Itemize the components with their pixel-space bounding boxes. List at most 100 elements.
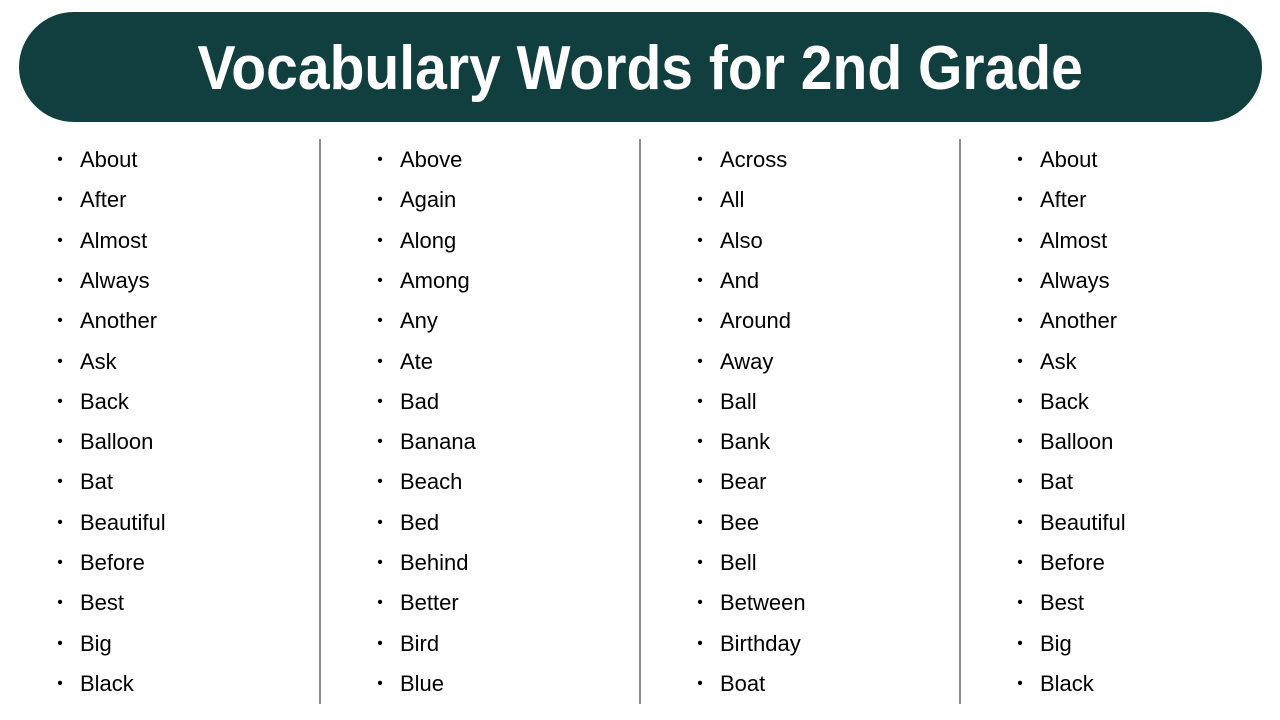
vocabulary-word: Always <box>1040 267 1110 293</box>
vocabulary-word: And <box>720 267 760 293</box>
vocabulary-word: Again <box>400 187 457 213</box>
bullet-icon: • <box>697 352 703 370</box>
vocabulary-word: Bee <box>720 509 760 535</box>
vocabulary-word: Bat <box>80 469 114 495</box>
bullet-icon: • <box>377 271 383 289</box>
title-banner: Vocabulary Words for 2nd Grade <box>19 12 1262 122</box>
bullet-icon: • <box>377 674 383 692</box>
bullet-icon: • <box>1017 594 1023 612</box>
bullet-icon: • <box>1017 513 1023 531</box>
vocabulary-word: Big <box>1040 630 1072 656</box>
vocabulary-word: Ask <box>80 348 117 374</box>
vocabulary-word: Behind <box>400 550 469 575</box>
bullet-icon: • <box>57 433 63 451</box>
bullet-icon: • <box>57 634 63 652</box>
vocabulary-word: Ball <box>720 388 757 414</box>
bullet-icon: • <box>1017 634 1023 652</box>
vocabulary-word: Bell <box>720 550 757 575</box>
vocabulary-word: Best <box>80 590 125 616</box>
vocabulary-word: Bird <box>400 630 440 656</box>
bullet-icon: • <box>697 151 703 168</box>
bullet-icon: • <box>1017 473 1023 491</box>
word-column-4: • About • After • Almost • Always • Another • Ask • B… <box>960 139 1280 704</box>
vocabulary-word: Balloon <box>1040 429 1114 455</box>
vocabulary-word: Bank <box>720 429 771 455</box>
vocabulary-word: Bad <box>400 388 440 414</box>
bullet-icon: • <box>377 151 383 168</box>
page-title: Vocabulary Words for 2nd Grade <box>197 33 1084 103</box>
bullet-icon: • <box>57 312 63 330</box>
vocabulary-word: Boat <box>720 670 766 696</box>
vocabulary-word: Bed <box>400 509 440 535</box>
vocabulary-word: All <box>720 187 745 213</box>
bullet-icon: • <box>377 634 383 652</box>
vocabulary-word: Another <box>1040 308 1118 334</box>
bullet-icon: • <box>377 191 383 209</box>
bullet-icon: • <box>1017 271 1023 289</box>
word-column-2: • Above • Again • Along • Among • Any • Ate • Bad • Ban… <box>320 139 640 704</box>
bullet-icon: • <box>697 513 703 531</box>
bullet-icon: • <box>697 634 703 652</box>
bullet-icon: • <box>377 231 383 249</box>
bullet-icon: • <box>377 352 383 370</box>
vocabulary-word: Better <box>400 590 459 616</box>
vocabulary-word: Almost <box>1040 227 1108 253</box>
vocabulary-word: After <box>1040 187 1087 213</box>
vocabulary-word: Blue <box>400 670 445 696</box>
bullet-icon: • <box>697 674 703 692</box>
bullet-icon: • <box>697 433 703 451</box>
vocabulary-word: Balloon <box>80 429 154 455</box>
bullet-icon: • <box>697 231 703 249</box>
bullet-icon: • <box>1017 433 1023 451</box>
bullet-icon: • <box>57 554 63 571</box>
bullet-icon: • <box>1017 191 1023 209</box>
bullet-icon: • <box>1017 151 1023 168</box>
bullet-icon: • <box>377 594 383 612</box>
vocabulary-word: Beautiful <box>80 509 166 535</box>
vocabulary-word: Around <box>720 308 791 334</box>
vocabulary-word: Black <box>1040 670 1094 696</box>
bullet-icon: • <box>57 473 63 491</box>
vocabulary-word: Big <box>80 630 112 656</box>
bullet-icon: • <box>697 271 703 289</box>
vocabulary-word: Bat <box>1040 469 1074 495</box>
bullet-icon: • <box>377 554 383 571</box>
vocabulary-word: Across <box>720 147 788 172</box>
bullet-icon: • <box>57 271 63 289</box>
vocabulary-word: Birthday <box>720 630 801 656</box>
vocabulary-word: Ate <box>400 348 434 374</box>
bullet-icon: • <box>57 191 63 209</box>
bullet-icon: • <box>697 594 703 612</box>
word-column-1: • About • After • Almost • Always • Another • Ask • B… <box>0 139 320 704</box>
bullet-icon: • <box>1017 554 1023 571</box>
bullet-icon: • <box>697 312 703 330</box>
vocabulary-word: Before <box>1040 550 1105 575</box>
vocabulary-word: Among <box>400 267 470 293</box>
bullet-icon: • <box>57 674 63 692</box>
vocabulary-word: Bear <box>720 469 767 495</box>
vocabulary-word: Between <box>720 590 806 616</box>
bullet-icon: • <box>1017 392 1023 410</box>
bullet-icon: • <box>57 151 63 168</box>
vocabulary-word: Best <box>1040 590 1085 616</box>
bullet-icon: • <box>377 433 383 451</box>
vocabulary-word: Always <box>80 267 150 293</box>
vocabulary-word: Another <box>80 308 158 334</box>
bullet-icon: • <box>697 392 703 410</box>
bullet-icon: • <box>697 473 703 491</box>
bullet-icon: • <box>697 554 703 571</box>
bullet-icon: • <box>57 513 63 531</box>
vocabulary-word: About <box>1040 147 1098 172</box>
vocabulary-word: Also <box>720 227 763 253</box>
bullet-icon: • <box>57 231 63 249</box>
vocabulary-word: Beautiful <box>1040 509 1126 535</box>
bullet-icon: • <box>1017 312 1023 330</box>
bullet-icon: • <box>697 191 703 209</box>
word-column-3: • Across • All • Also • And • Around • Away • Ball • Ba… <box>640 139 960 704</box>
vocabulary-word: Any <box>400 308 438 334</box>
vocabulary-word: Back <box>1040 388 1089 414</box>
bullet-icon: • <box>1017 231 1023 249</box>
vocabulary-word: After <box>80 187 127 213</box>
vocabulary-word: Ask <box>1040 348 1077 374</box>
vocabulary-word: Banana <box>400 429 476 455</box>
